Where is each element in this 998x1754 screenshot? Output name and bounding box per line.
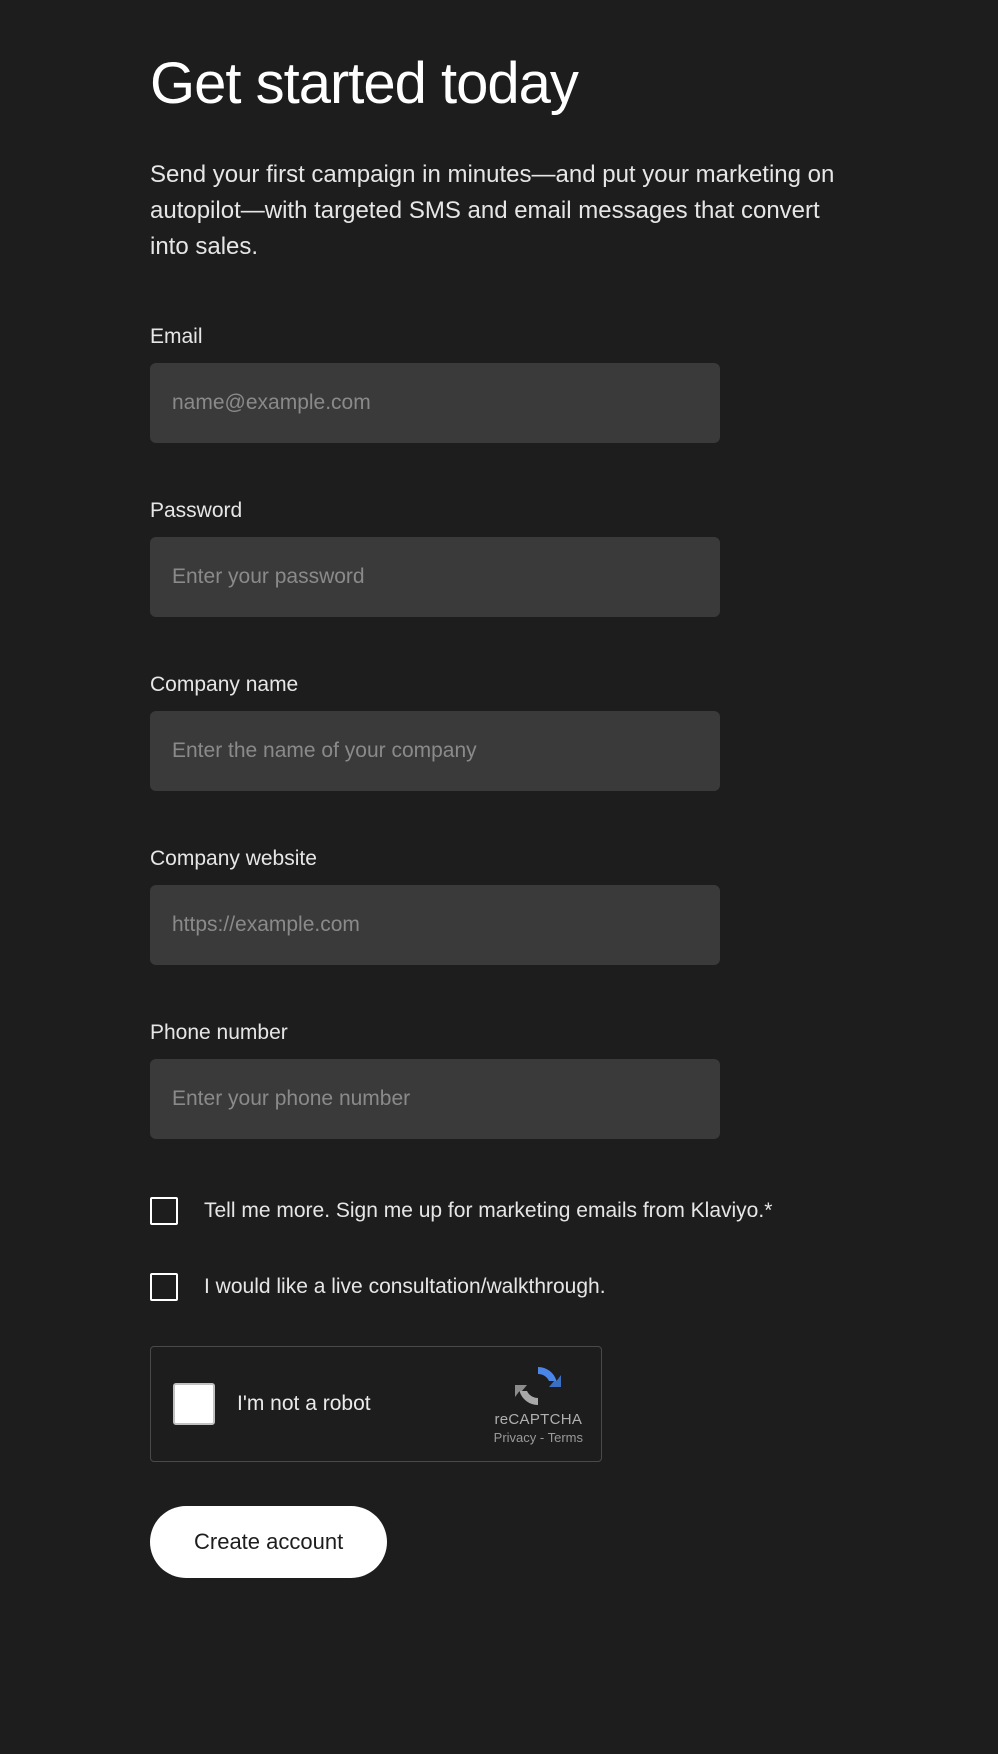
email-field[interactable] <box>150 363 720 443</box>
phone-group: Phone number <box>150 1021 848 1139</box>
email-group: Email <box>150 325 848 443</box>
password-group: Password <box>150 499 848 617</box>
recaptcha-checkbox[interactable] <box>173 1383 215 1425</box>
recaptcha-privacy-link[interactable]: Privacy <box>494 1430 537 1445</box>
company-website-field[interactable] <box>150 885 720 965</box>
password-label: Password <box>150 499 848 523</box>
consultation-checkbox[interactable] <box>150 1273 178 1301</box>
marketing-checkbox[interactable] <box>150 1197 178 1225</box>
page-subtitle: Send your first campaign in minutes—and … <box>150 157 848 265</box>
company-name-field[interactable] <box>150 711 720 791</box>
recaptcha-terms-link[interactable]: Terms <box>548 1430 583 1445</box>
recaptcha-brand: reCAPTCHA <box>494 1411 582 1428</box>
company-website-group: Company website <box>150 847 848 965</box>
company-name-label: Company name <box>150 673 848 697</box>
consultation-checkbox-row: I would like a live consultation/walkthr… <box>150 1271 848 1303</box>
consultation-checkbox-label[interactable]: I would like a live consultation/walkthr… <box>204 1271 606 1303</box>
phone-label: Phone number <box>150 1021 848 1045</box>
company-website-label: Company website <box>150 847 848 871</box>
password-field[interactable] <box>150 537 720 617</box>
phone-field[interactable] <box>150 1059 720 1139</box>
recaptcha-separator: - <box>536 1430 547 1445</box>
recaptcha-widget: I'm not a robot reCAPTCHA Privacy - Term… <box>150 1346 602 1462</box>
company-name-group: Company name <box>150 673 848 791</box>
recaptcha-text: I'm not a robot <box>237 1392 371 1416</box>
recaptcha-right: reCAPTCHA Privacy - Terms <box>494 1363 583 1445</box>
marketing-checkbox-label[interactable]: Tell me more. Sign me up for marketing e… <box>204 1195 772 1227</box>
page-title: Get started today <box>150 50 848 117</box>
signup-form-container: Get started today Send your first campai… <box>0 0 998 1578</box>
create-account-button[interactable]: Create account <box>150 1506 387 1578</box>
recaptcha-left: I'm not a robot <box>173 1383 371 1425</box>
recaptcha-links: Privacy - Terms <box>494 1430 583 1445</box>
marketing-checkbox-row: Tell me more. Sign me up for marketing e… <box>150 1195 848 1227</box>
recaptcha-icon <box>513 1363 563 1409</box>
email-label: Email <box>150 325 848 349</box>
